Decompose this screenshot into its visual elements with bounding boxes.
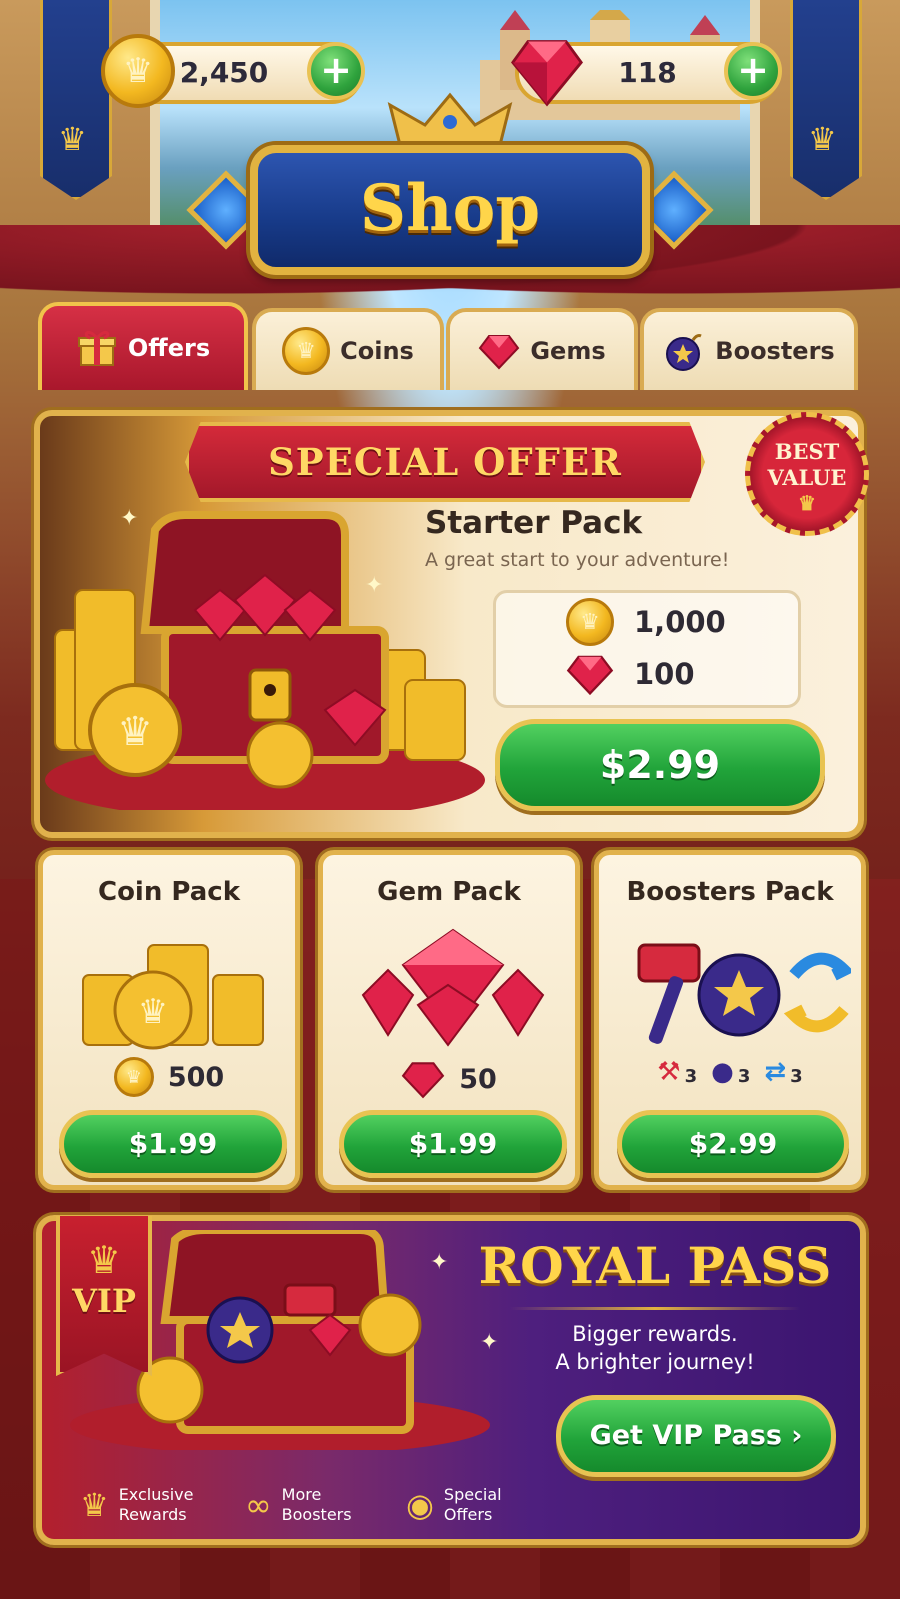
crown-icon [387,92,513,147]
swap-count: ⇄ 3 [764,1057,803,1087]
vip-perks: ♛ Exclusive Rewards ∞ More Boosters ◉ Sp… [80,1475,600,1535]
royal-pass-subtitle: Bigger rewards. A brighter journey! [555,1322,755,1374]
offer-description: A great start to your adventure! [425,549,730,571]
buy-coin-pack-button[interactable]: $1.99 [59,1110,287,1178]
treasure-chest-illustration: ♛ [45,511,485,810]
svg-text:♛: ♛ [117,709,153,755]
sparkle-icon: ✦ [365,573,384,598]
coin-balance: ♛ 2,450 + [101,34,365,108]
offer-coins-row: ♛ 1,000 [566,597,786,647]
svg-text:♛: ♛ [138,992,168,1032]
buy-gem-pack-button[interactable]: $1.99 [339,1110,567,1178]
category-tabs: Offers ♛ Coins Gems Boosters [38,302,858,390]
coin-icon: ♛ [282,327,331,375]
tab-label: Boosters [715,337,835,365]
special-offer-ribbon: SPECIAL OFFER [185,422,705,502]
bomb-icon: ● [711,1057,734,1087]
title-plaque: Shop [250,145,650,275]
hammer-icon: ⚒ [657,1057,681,1087]
pack-amount-value: 50 [459,1063,497,1095]
vip-banner: ♛ VIP [56,1216,152,1376]
perk-more-boosters: ∞ More Boosters [245,1485,352,1524]
boosters-illustration [637,943,851,1044]
sparkle-icon: ✦ [430,1250,449,1275]
pack-title: Gem Pack [377,877,521,907]
get-vip-pass-button[interactable]: Get VIP Pass › [556,1395,836,1477]
offer-title: Starter Pack [425,505,643,541]
add-gems-button[interactable]: + [724,42,782,100]
royal-pass-title: ROYAL PASS [478,1236,832,1295]
pack-title: Coin Pack [97,877,241,907]
best-value-badge: BEST VALUE ♛ [745,412,869,536]
add-coins-button[interactable]: + [307,42,365,100]
divider [510,1307,800,1310]
buy-starter-pack-button[interactable]: $2.99 [495,719,825,811]
buy-boosters-pack-button[interactable]: $2.99 [617,1110,849,1178]
crown-icon: ♛ [798,491,816,515]
tab-label: Offers [127,334,211,362]
tab-boosters[interactable]: Boosters [640,308,858,390]
right-banner: ♛ [790,0,862,200]
crown-icon: ♛ [58,120,87,158]
gem-icon [479,335,520,370]
boosters-pack-card: Boosters Pack ⚒ 3 ● 3 ⇄ 3 $2.99 [594,850,866,1190]
pack-amount: ⚒ 3 ● 3 ⇄ 3 [599,1057,861,1087]
gem-icon [401,1062,445,1099]
perk-exclusive-rewards: ♛ Exclusive Rewards [80,1485,194,1524]
bomb-count: ● 3 [711,1057,751,1087]
sparkle-icon: ✦ [120,506,139,531]
infinity-icon: ∞ [245,1486,272,1524]
coin-stack-icon: ◉ [406,1486,434,1524]
tab-gems[interactable]: Gems [446,308,638,390]
pack-amount: ♛ 500 [43,1057,295,1097]
pack-title: Boosters Pack [626,877,834,907]
gem-pack-card: Gem Pack 50 $1.99 [318,850,580,1190]
ribbon-label: SPECIAL OFFER [268,440,622,484]
perk-special-offers: ◉ Special Offers [406,1485,502,1524]
crown-icon: ♛ [80,1486,109,1524]
gem-icon [566,655,614,696]
pack-amount: 50 [323,1057,575,1101]
tab-label: Gems [530,337,606,365]
hammer-count: ⚒ 3 [657,1057,698,1087]
tab-offers[interactable]: Offers [38,302,248,390]
offer-contents: ♛ 1,000 100 [493,590,801,708]
badge-line2: VALUE [767,465,847,490]
sparkle-icon: ✦ [480,1330,499,1355]
crown-icon: ♛ [808,120,837,158]
offer-gems-amount: 100 [634,657,695,691]
left-banner: ♛ [40,0,112,200]
bomb-icon [666,334,702,371]
offer-coins-amount: 1,000 [634,605,726,639]
vip-label: VIP [72,1282,136,1320]
gift-icon [77,330,116,366]
coin-icon: ♛ [113,1057,154,1097]
tab-coins[interactable]: ♛ Coins [252,308,444,390]
pack-amount-value: 500 [167,1061,225,1093]
tab-label: Coins [340,337,414,365]
coin-icon: ♛ [566,598,614,646]
gem-pile-illustration [361,928,545,1047]
coin-stack-illustration: ♛ [82,944,264,1050]
crown-icon: ♛ [86,1238,122,1282]
offer-gems-row: 100 [566,649,786,699]
swap-icon: ⇄ [764,1057,787,1087]
gem-balance: 118 + [511,40,782,107]
badge-line1: BEST [774,439,840,464]
coin-pack-card: Coin Pack ♛ ♛ 500 $1.99 [38,850,300,1190]
page-title: Shop [359,171,541,246]
